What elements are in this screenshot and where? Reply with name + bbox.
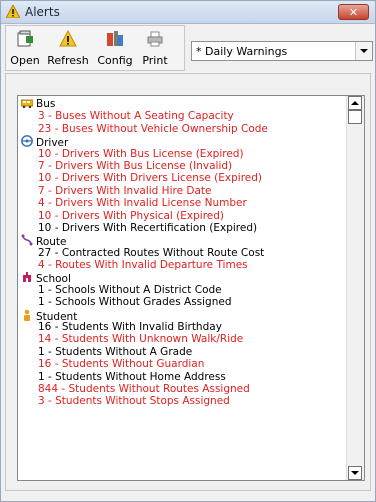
category-bus[interactable]: Bus xyxy=(18,98,346,110)
alerts-window: Alerts ✕ Open Refresh Config Print * Dai… xyxy=(0,0,376,502)
alert-item-label: 4 - Routes With Invalid Departure Times xyxy=(38,259,248,272)
student-icon xyxy=(21,309,33,321)
warning-icon xyxy=(6,5,20,18)
arrow-up-icon xyxy=(351,101,359,105)
title-bar[interactable]: Alerts ✕ xyxy=(1,1,375,24)
arrow-down-icon xyxy=(351,471,359,475)
alert-item-label: 10 - Drivers With Physical (Expired) xyxy=(38,209,225,222)
alert-item[interactable]: 1 - Schools Without A District Code xyxy=(18,284,346,296)
alert-item-label: 3 - Buses Without A Seating Capacity xyxy=(38,110,234,123)
alert-item[interactable]: 3 - Buses Without A Seating Capacity xyxy=(18,110,346,122)
alert-item[interactable]: 10 - Drivers With Physical (Expired) xyxy=(18,210,346,222)
alert-item[interactable]: 1 - Students Without A Grade xyxy=(18,346,346,358)
config-label: Config xyxy=(97,54,133,67)
category-driver[interactable]: Driver xyxy=(18,135,346,149)
alert-item[interactable]: 14 - Students With Unknown Walk/Ride xyxy=(18,333,346,345)
alert-item[interactable]: 23 - Buses Without Vehicle Ownership Cod… xyxy=(18,123,346,135)
alert-item-label: 7 - Drivers With Bus License (Invalid) xyxy=(38,159,233,172)
alert-item-label: 10 - Drivers With Recertification (Expir… xyxy=(38,221,258,234)
alert-item-label: 4 - Drivers With Invalid License Number xyxy=(38,197,247,210)
alert-item-label: 844 - Students Without Routes Assigned xyxy=(38,382,250,395)
refresh-label: Refresh xyxy=(47,54,89,67)
category-route[interactable]: Route xyxy=(18,234,346,248)
alert-item[interactable]: 10 - Drivers With Drivers License (Expir… xyxy=(18,172,346,184)
alert-item-label: 1 - Schools Without Grades Assigned xyxy=(38,296,232,309)
alert-item-label: 27 - Contracted Routes Without Route Cos… xyxy=(38,246,265,259)
refresh-button[interactable]: Refresh xyxy=(44,28,92,70)
alert-item-label: 7 - Drivers With Invalid Hire Date xyxy=(38,184,212,197)
category-student[interactable]: Student xyxy=(18,309,346,323)
school-icon xyxy=(21,271,33,283)
scrollbar-thumb[interactable] xyxy=(348,110,362,124)
print-button[interactable]: Print xyxy=(138,28,172,70)
bus-icon xyxy=(20,98,34,109)
chevron-down-icon xyxy=(360,49,368,53)
open-label: Open xyxy=(10,54,40,67)
category-label: Bus xyxy=(36,98,56,110)
alerts-list[interactable]: Bus 3 - Buses Without A Seating Capacity 2… xyxy=(17,95,365,481)
alert-item-label: 16 - Students Without Guardian xyxy=(38,358,205,371)
alert-item[interactable]: 10 - Drivers With Bus License (Expired) xyxy=(18,148,346,160)
alert-item-label: 14 - Students With Unknown Walk/Ride xyxy=(38,333,244,346)
alert-item[interactable]: 3 - Students Without Stops Assigned xyxy=(18,395,346,407)
alert-item[interactable]: 7 - Drivers With Invalid Hire Date xyxy=(18,185,346,197)
print-label: Print xyxy=(142,54,168,67)
alert-item[interactable]: 4 - Routes With Invalid Departure Times xyxy=(18,259,346,271)
alert-item[interactable]: 844 - Students Without Routes Assigned xyxy=(18,383,346,395)
window-title: Alerts xyxy=(25,5,60,19)
alert-item-label: 16 - Students With Invalid Birthday xyxy=(38,321,222,334)
alert-item-label: 1 - Students Without Home Address xyxy=(38,370,226,383)
dropdown-button[interactable] xyxy=(355,42,372,60)
alert-item-label: 10 - Drivers With Bus License (Expired) xyxy=(38,147,244,160)
alert-item-label: 1 - Students Without A Grade xyxy=(38,345,193,358)
scroll-up-button[interactable] xyxy=(348,96,362,110)
alert-item-label: 3 - Students Without Stops Assigned xyxy=(38,395,230,408)
alert-item[interactable]: 16 - Students Without Guardian xyxy=(18,358,346,370)
close-button[interactable]: ✕ xyxy=(338,4,369,20)
warnings-filter-value: * Daily Warnings xyxy=(196,45,288,58)
scroll-down-button[interactable] xyxy=(348,466,362,480)
alerts-rows: Bus 3 - Buses Without A Seating Capacity 2… xyxy=(18,98,346,408)
open-button[interactable]: Open xyxy=(8,28,42,70)
config-icon xyxy=(107,31,123,46)
alert-item-label: 23 - Buses Without Vehicle Ownership Cod… xyxy=(38,122,268,135)
route-icon xyxy=(21,234,33,246)
close-icon: ✕ xyxy=(348,6,359,19)
driver-icon xyxy=(21,135,33,148)
alert-item[interactable]: 10 - Drivers With Recertification (Expir… xyxy=(18,222,346,234)
alert-item-label: 10 - Drivers With Drivers License (Expir… xyxy=(38,172,262,185)
vertical-scrollbar[interactable] xyxy=(346,96,364,480)
refresh-warning-icon xyxy=(59,30,77,47)
alert-item[interactable]: 16 - Students With Invalid Birthday xyxy=(18,321,346,333)
toolbar: Open Refresh Config Print xyxy=(5,25,185,71)
alert-item-label: 1 - Schools Without A District Code xyxy=(38,283,222,296)
alert-item[interactable]: 7 - Drivers With Bus License (Invalid) xyxy=(18,160,346,172)
alert-item[interactable]: 4 - Drivers With Invalid License Number xyxy=(18,197,346,209)
open-icon xyxy=(17,30,33,47)
printer-icon xyxy=(147,31,163,47)
warnings-filter-select[interactable]: * Daily Warnings xyxy=(191,41,373,61)
alert-item[interactable]: 27 - Contracted Routes Without Route Cos… xyxy=(18,247,346,259)
category-school[interactable]: School xyxy=(18,271,346,285)
alert-item[interactable]: 1 - Students Without Home Address xyxy=(18,371,346,383)
alert-item[interactable]: 1 - Schools Without Grades Assigned xyxy=(18,296,346,308)
config-button[interactable]: Config xyxy=(94,28,136,70)
